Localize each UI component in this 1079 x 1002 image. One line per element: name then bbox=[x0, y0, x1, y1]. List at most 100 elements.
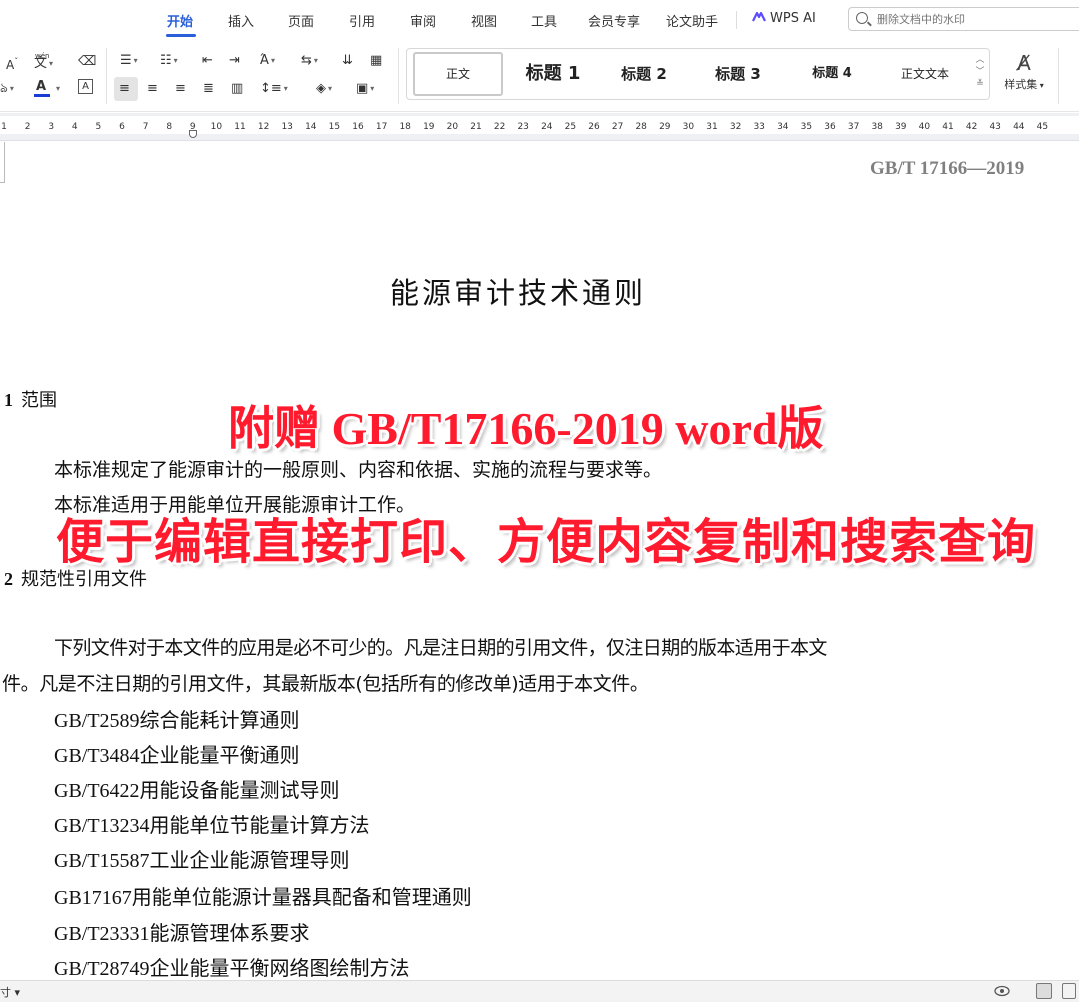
page-corner-mark bbox=[0, 182, 5, 183]
numbered-list-icon[interactable]: ☷ ▾ bbox=[160, 52, 178, 70]
ruler-tick-label: 41 bbox=[942, 122, 954, 132]
reference-item: GB/T28749企业能量平衡网络图绘制方法 bbox=[54, 958, 410, 980]
style-heading-2[interactable]: 标题 2 bbox=[599, 49, 689, 99]
ruler-tick-label: 15 bbox=[328, 122, 341, 132]
shrink-font-icon[interactable]: Aˇ bbox=[6, 53, 18, 74]
ruler-tick-label: 2 bbox=[24, 122, 31, 132]
style-normal[interactable]: 正文 bbox=[413, 52, 503, 96]
web-view-icon[interactable] bbox=[1062, 983, 1076, 999]
tab-insert[interactable]: 插入 bbox=[228, 11, 254, 30]
align-center-icon[interactable]: ≡ bbox=[147, 80, 158, 98]
ruler-tick-label: 5 bbox=[95, 122, 102, 132]
styles-gallery-scroll[interactable]: ︿ ﹀ ≚ bbox=[973, 54, 987, 90]
ruler-tick-label: 8 bbox=[166, 122, 173, 132]
section-2-number: 2 bbox=[4, 569, 13, 589]
decrease-indent-icon[interactable]: ⇤ bbox=[202, 52, 213, 70]
highlight-icon[interactable]: ঌ ▾ bbox=[0, 80, 14, 98]
reference-item: GB/T3484企业能量平衡通则 bbox=[54, 745, 300, 767]
promo-overlay-line-2: 便于编辑直接打印、方便内容复制和搜索查询 bbox=[56, 514, 1037, 570]
ruler-tick-label: 13 bbox=[281, 122, 293, 132]
reference-item: GB/T13234用能单位节能量计算方法 bbox=[54, 815, 370, 837]
ruler-tick-label: 11 bbox=[234, 122, 246, 132]
status-bar: 寸 ▾ bbox=[0, 980, 1079, 1002]
tab-tools[interactable]: 工具 bbox=[531, 11, 557, 30]
style-body-text[interactable]: 正文文本 bbox=[879, 49, 971, 99]
ruler-tick-label: 38 bbox=[871, 122, 883, 132]
ruler-tick-label: 29 bbox=[659, 122, 671, 132]
ruler-tick-label: 1 bbox=[1, 122, 7, 132]
page-corner-mark bbox=[4, 142, 5, 182]
font-color-swatch bbox=[34, 94, 50, 97]
search-icon bbox=[856, 12, 868, 24]
horizontal-ruler[interactable]: 1 2 3 4 5 6 7 8 9 10 11 12 13 14 15 16 17 18 19 20 21 22 23 24 2… bbox=[0, 113, 1079, 141]
sort-direction-icon[interactable]: ⇆ ▾ bbox=[301, 52, 318, 70]
style-heading-1[interactable]: 标题 1 bbox=[509, 49, 597, 99]
borders-icon[interactable]: ▣ ▾ bbox=[356, 80, 374, 98]
ruler-tick-label: 6 bbox=[119, 122, 125, 132]
reference-item: GB/T6422用能设备能量测试导则 bbox=[54, 780, 340, 802]
tab-member[interactable]: 会员专享 bbox=[588, 11, 640, 30]
ruler-tick-label: 43 bbox=[989, 122, 1001, 132]
ruler-tick-label: 44 bbox=[1013, 122, 1025, 132]
section-1-paragraph-1: 本标准规定了能源审计的一般原则、内容和依据、实施的流程与要求等。 bbox=[54, 459, 663, 481]
tab-review[interactable]: 审阅 bbox=[410, 11, 436, 30]
tab-home[interactable]: 开始 bbox=[167, 11, 193, 30]
align-left-icon[interactable]: ≡ bbox=[119, 80, 130, 98]
clear-format-icon[interactable]: ⌫ bbox=[78, 53, 96, 71]
wps-ai-button[interactable]: WPS AI bbox=[752, 11, 816, 26]
search-box[interactable] bbox=[848, 7, 1079, 31]
section-2-title: 规范性引用文件 bbox=[21, 569, 147, 590]
ruler-tick-label: 16 bbox=[352, 122, 364, 132]
status-unit-selector[interactable]: 寸 ▾ bbox=[0, 984, 20, 1000]
reference-item: GB/T2589综合能耗计算通则 bbox=[54, 710, 300, 732]
document-page[interactable]: GB/T 17166—2019 能源审计技术通则 1 范围 本标准规定了能源审计的… bbox=[0, 142, 1079, 980]
style-set-button[interactable]: A̸ 样式集 ▾ bbox=[996, 50, 1052, 92]
ruler-tick-label: 31 bbox=[706, 122, 718, 132]
char-border-icon[interactable]: A bbox=[78, 79, 93, 94]
active-tab-indicator bbox=[166, 34, 196, 37]
shading-icon[interactable]: ◈ ▾ bbox=[316, 80, 332, 98]
ruler-tick-label: 39 bbox=[895, 122, 907, 132]
ruler-tick-label: 7 bbox=[142, 122, 149, 132]
align-right-icon[interactable]: ≡ bbox=[175, 80, 186, 98]
ruler-tick-label: 36 bbox=[824, 122, 836, 132]
phonetic-glyph: 文 bbox=[34, 56, 48, 71]
reference-item: GB17167用能单位能源计量器具配备和管理通则 bbox=[54, 887, 472, 909]
ruler-tick-label: 12 bbox=[257, 122, 270, 132]
show-marks-icon[interactable]: ▦ bbox=[370, 52, 382, 70]
ruler-tick-label: 42 bbox=[965, 122, 978, 132]
indent-marker[interactable] bbox=[189, 130, 197, 138]
distributed-icon[interactable]: ▥ bbox=[231, 80, 243, 98]
ruler-tick-label: 28 bbox=[635, 122, 647, 132]
ruler-strip: 1 2 3 4 5 6 7 8 9 10 11 12 13 14 15 16 17 18 19 20 21 22 23 24 2… bbox=[0, 116, 1079, 134]
ruler-tick-label: 30 bbox=[682, 122, 695, 132]
bullet-list-icon[interactable]: ☰ ▾ bbox=[120, 52, 138, 70]
section-2-paragraph-line-2: 件。凡是不注日期的引用文件，其最新版本(包括所有的修改单)适用于本文件。 bbox=[2, 673, 649, 695]
line-spacing-icon[interactable]: ↕≡ ▾ bbox=[260, 80, 288, 98]
eye-protection-icon[interactable] bbox=[994, 984, 1010, 998]
tab-reference[interactable]: 引用 bbox=[349, 11, 375, 30]
ruler-tick-label: 21 bbox=[470, 122, 482, 132]
page-view-icon[interactable] bbox=[1036, 983, 1052, 999]
ruler-tick-label: 23 bbox=[517, 122, 529, 132]
tab-page[interactable]: 页面 bbox=[288, 11, 314, 30]
text-direction-icon[interactable]: Ά ▾ bbox=[260, 52, 275, 70]
sort-icon[interactable]: ⇊ bbox=[342, 52, 353, 70]
style-heading-4[interactable]: 标题 4 bbox=[787, 49, 877, 99]
reference-item: GB/T15587工业企业能源管理导则 bbox=[54, 850, 350, 872]
styles-gallery: 正文 标题 1 标题 2 标题 3 标题 4 正文文本 bbox=[406, 48, 990, 100]
increase-indent-icon[interactable]: ⇥ bbox=[229, 52, 240, 70]
font-color-dropdown-icon[interactable]: ▾ bbox=[54, 80, 60, 98]
style-set-icon: A̸ bbox=[1017, 51, 1031, 75]
tab-view[interactable]: 视图 bbox=[471, 11, 497, 30]
style-heading-3[interactable]: 标题 3 bbox=[692, 49, 784, 99]
wps-ai-logo-icon bbox=[752, 11, 766, 22]
justify-icon[interactable]: ≣ bbox=[203, 80, 214, 98]
search-input[interactable] bbox=[877, 11, 1072, 27]
toolbar-separator bbox=[1058, 48, 1059, 104]
tab-paper-assistant[interactable]: 论文助手 bbox=[666, 11, 718, 30]
ruler-tick-label: 35 bbox=[800, 122, 813, 132]
ruler-tick-label: 10 bbox=[210, 122, 223, 132]
ruler-tick-label: 18 bbox=[399, 122, 411, 132]
phonetic-guide-icon[interactable]: wén 文 ▾ bbox=[34, 49, 53, 71]
